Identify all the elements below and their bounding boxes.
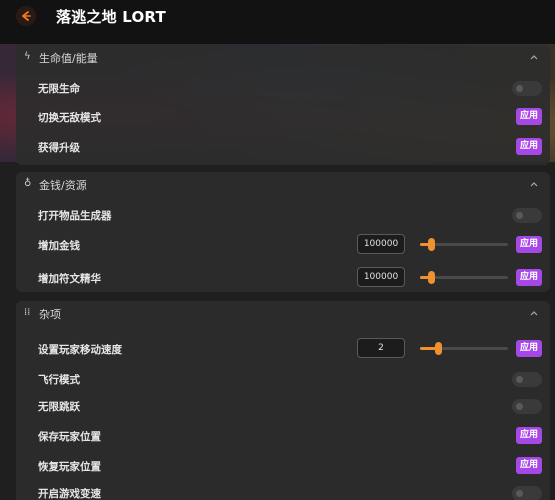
slider-thumb[interactable] [435,342,442,355]
slider-thumb[interactable] [428,238,435,251]
section-title: 生命值/能量 [39,52,98,65]
section-misc: ⁞⁞ 杂项 设置玩家移动速度 2 应用 飞行模式 无限跳跃 保存玩家位置 应用 … [16,301,550,500]
row-move-speed: 设置玩家移动速度 2 应用 [16,337,550,361]
title-bar: 落逃之地 LORT [0,0,555,44]
row-add-money: 增加金钱 100000 应用 [16,233,550,257]
row-label: 开启游戏变速 [38,488,101,500]
chevron-up-icon[interactable] [528,307,540,319]
row-label: 无限跳跃 [38,401,80,413]
restore-position-apply-button[interactable]: 应用 [516,457,542,474]
grid-icon: ⁞⁞ [24,307,31,318]
get-upgrade-apply-button[interactable]: 应用 [516,138,542,155]
fly-mode-toggle[interactable] [512,372,542,387]
row-save-position: 保存玩家位置 应用 [16,424,550,448]
lightning-icon: ϟ [24,51,31,62]
game-speed-toggle[interactable] [512,486,542,500]
row-label: 增加金钱 [38,240,80,252]
rune-essence-amount-input[interactable]: 100000 [357,267,405,287]
section-header[interactable]: ⁞⁞ 杂项 [16,301,550,327]
row-label: 恢复玩家位置 [38,461,101,473]
row-infinite-jump: 无限跳跃 [16,394,550,418]
row-label: 切换无敌模式 [38,112,101,124]
row-label: 获得升级 [38,142,80,154]
slider-thumb[interactable] [428,271,435,284]
move-speed-apply-button[interactable]: 应用 [516,340,542,357]
item-spawner-toggle[interactable] [512,208,542,223]
coin-bag-icon: ♁ [24,178,32,189]
chevron-up-icon[interactable] [528,51,540,63]
row-item-spawner: 打开物品生成器 [16,203,550,227]
row-fly-mode: 飞行模式 [16,367,550,391]
arrow-left-icon [22,11,31,21]
row-label: 打开物品生成器 [38,210,112,222]
section-health-energy: ϟ 生命值/能量 无限生命 切换无敌模式 应用 获得升级 应用 [16,45,550,165]
row-label: 无限生命 [38,83,80,95]
row-get-upgrade: 获得升级 应用 [16,135,550,159]
row-game-speed: 开启游戏变速 [16,481,550,500]
section-title: 金钱/资源 [39,179,87,192]
back-button[interactable] [16,6,36,26]
row-label: 飞行模式 [38,374,80,386]
app-title: 落逃之地 LORT [56,8,166,26]
move-speed-input[interactable]: 2 [357,338,405,358]
row-infinite-health: 无限生命 [16,76,550,100]
add-money-apply-button[interactable]: 应用 [516,236,542,253]
row-restore-position: 恢复玩家位置 应用 [16,454,550,478]
money-slider[interactable] [420,238,508,251]
add-rune-essence-apply-button[interactable]: 应用 [516,269,542,286]
row-label: 设置玩家移动速度 [38,344,122,356]
row-god-mode: 切换无敌模式 应用 [16,105,550,129]
save-position-apply-button[interactable]: 应用 [516,427,542,444]
section-header[interactable]: ♁ 金钱/资源 [16,172,550,198]
row-label: 保存玩家位置 [38,431,101,443]
rune-essence-slider[interactable] [420,271,508,284]
section-money-resources: ♁ 金钱/资源 打开物品生成器 增加金钱 100000 应用 增加符文精华 10… [16,172,550,292]
section-title: 杂项 [39,308,61,321]
move-speed-slider[interactable] [420,342,508,355]
section-header[interactable]: ϟ 生命值/能量 [16,45,550,71]
infinite-health-toggle[interactable] [512,81,542,96]
money-amount-input[interactable]: 100000 [357,234,405,254]
row-label: 增加符文精华 [38,273,101,285]
row-add-rune-essence: 增加符文精华 100000 应用 [16,266,550,290]
god-mode-apply-button[interactable]: 应用 [516,108,542,125]
chevron-up-icon[interactable] [528,178,540,190]
infinite-jump-toggle[interactable] [512,399,542,414]
